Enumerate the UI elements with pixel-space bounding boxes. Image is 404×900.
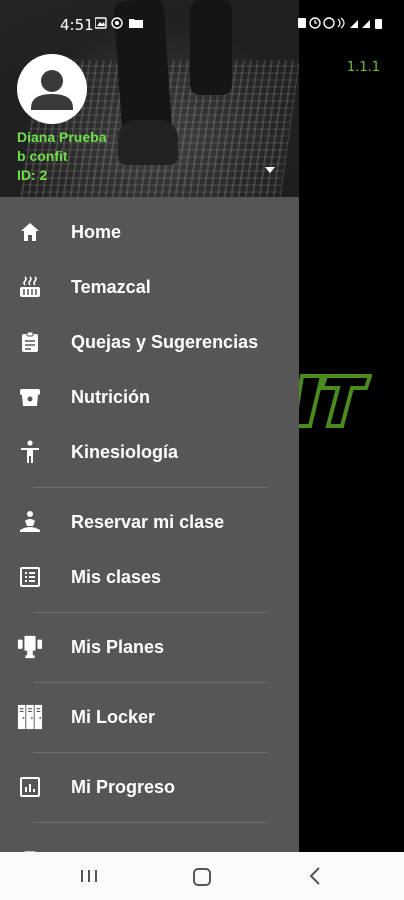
menu-divider bbox=[33, 612, 268, 613]
menu-item-mis-planes[interactable]: Mis Planes bbox=[0, 622, 299, 672]
menu-item-label: Mis clases bbox=[71, 566, 162, 587]
meditation-icon bbox=[17, 509, 43, 535]
user-name: Diana Prueba bbox=[17, 129, 107, 145]
plans-icon bbox=[17, 844, 43, 852]
menu-item-label: Mis Planes bbox=[71, 636, 165, 657]
menu-divider bbox=[33, 682, 268, 683]
person-standing-icon bbox=[17, 439, 43, 465]
home-nav-icon[interactable] bbox=[193, 868, 211, 886]
plans-icon bbox=[17, 634, 43, 660]
account-dropdown-icon[interactable] bbox=[265, 167, 275, 173]
version-label: 1.1.1 bbox=[346, 60, 380, 75]
notification-icons bbox=[94, 17, 149, 32]
android-navigation-bar bbox=[0, 852, 404, 900]
menu-item-mis-clases[interactable]: Mis clases bbox=[0, 552, 299, 602]
chart-icon bbox=[17, 774, 43, 800]
recent-apps-icon[interactable] bbox=[80, 868, 98, 884]
menu-item-home[interactable]: Home bbox=[0, 207, 299, 257]
menu-item-mi-locker[interactable]: Mi Locker bbox=[0, 692, 299, 742]
temazcal-icon bbox=[17, 274, 43, 300]
menu-item-label: Temazcal bbox=[71, 276, 151, 297]
header-photo-shoe bbox=[118, 120, 178, 165]
menu-item-temazcal[interactable]: Temazcal bbox=[0, 262, 299, 312]
system-status-icons bbox=[298, 17, 384, 32]
menu-divider bbox=[33, 487, 268, 488]
home-icon bbox=[17, 219, 43, 245]
menu-item-label: Reservar mi clase bbox=[71, 511, 225, 532]
menu-item-mi-progreso[interactable]: Mi Progreso bbox=[0, 762, 299, 812]
user-silhouette-icon bbox=[31, 70, 73, 110]
navigation-drawer: Diana Prueba b confit ID: 2 Home Temazca… bbox=[0, 0, 299, 852]
list-icon bbox=[17, 564, 43, 590]
menu-item-kinesiologia[interactable]: Kinesiología bbox=[0, 427, 299, 477]
menu-item-label: Quejas y Sugerencias bbox=[71, 331, 259, 352]
nutrition-icon bbox=[17, 384, 43, 410]
menu-divider bbox=[33, 752, 268, 753]
menu-item-label: Nutrición bbox=[71, 386, 150, 407]
menu-item-nutricion[interactable]: Nutrición bbox=[0, 372, 299, 422]
menu-divider bbox=[33, 822, 268, 823]
user-id: ID: 2 bbox=[17, 167, 48, 183]
brand-logo-fragment bbox=[292, 374, 372, 428]
user-info: Diana Prueba b confit ID: 2 bbox=[17, 128, 106, 185]
menu-item-label: Home bbox=[71, 221, 122, 242]
locker-icon bbox=[17, 704, 43, 730]
status-bar: 4:51 bbox=[0, 0, 404, 50]
clipboard-icon bbox=[17, 329, 43, 355]
status-time: 4:51 bbox=[60, 16, 94, 34]
user-subtitle: b confit bbox=[17, 148, 68, 164]
menu-item-label: Mi Locker bbox=[71, 706, 156, 727]
menu-item-label: Kinesiología bbox=[71, 441, 179, 462]
menu-item-quejas[interactable]: Quejas y Sugerencias bbox=[0, 317, 299, 367]
menu-item-label: Mi Progreso bbox=[71, 776, 176, 797]
back-icon[interactable] bbox=[308, 866, 322, 886]
menu-item-partial[interactable] bbox=[0, 832, 299, 852]
avatar[interactable] bbox=[17, 54, 87, 124]
menu-item-reservar[interactable]: Reservar mi clase bbox=[0, 497, 299, 547]
